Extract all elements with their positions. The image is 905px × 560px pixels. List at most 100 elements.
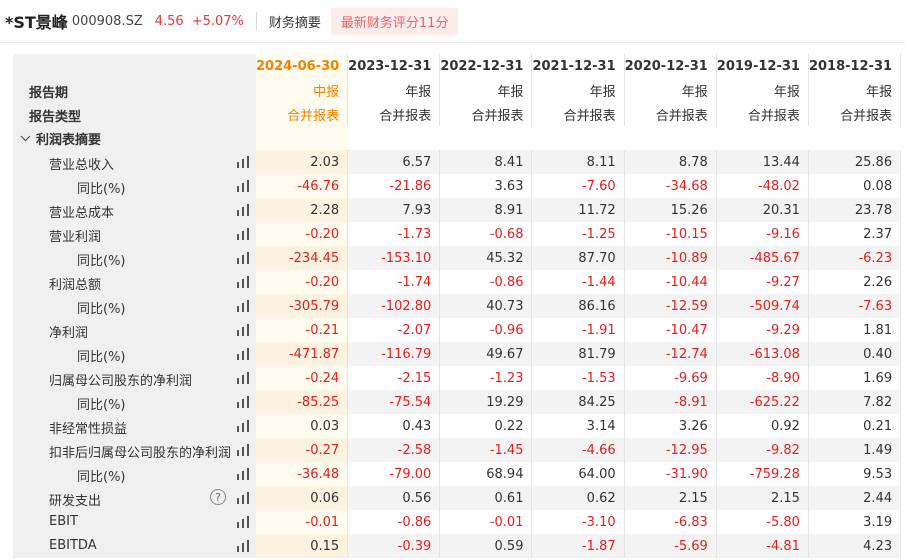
value-cell: -0.86	[348, 510, 441, 534]
cell-value: -5.80	[766, 514, 800, 530]
value-cell: -0.20	[256, 222, 349, 246]
bar-chart-icon[interactable]	[237, 444, 249, 456]
value-cell: 84.25	[532, 390, 625, 414]
bar-chart-icon[interactable]	[237, 300, 249, 312]
bar-chart-icon[interactable]	[237, 540, 249, 552]
bar-chart-icon[interactable]	[237, 372, 249, 384]
value-cell: -759.28	[717, 462, 809, 486]
cell-value: 0.62	[586, 490, 616, 506]
section-toggle[interactable]: 利润表摘要	[13, 126, 256, 150]
value-cell: -0.39	[348, 534, 441, 558]
value-cell: 0.15	[256, 534, 349, 558]
value-cell: 86.16	[532, 294, 625, 318]
cell-value: -75.54	[389, 394, 432, 410]
bar-chart-icon[interactable]	[237, 204, 249, 216]
help-icon[interactable]: ?	[210, 489, 226, 505]
cell-value: 2.15	[770, 490, 800, 506]
row-label: 同比(%)	[77, 254, 126, 269]
cell-value: -9.16	[766, 226, 800, 242]
cell-value: -1.73	[397, 226, 432, 242]
type-label-cell: 报告类型	[13, 102, 256, 126]
cell-value: -0.24	[305, 370, 340, 386]
cell-value: 40.73	[486, 298, 524, 314]
bar-chart-icon[interactable]	[237, 468, 249, 480]
cell-value: 2.44	[863, 490, 893, 506]
cell-value: -625.22	[749, 394, 800, 410]
row-label-cell: 利润总额	[13, 270, 256, 294]
cell-value: -1.91	[581, 322, 616, 338]
value-cell: 0.61	[440, 486, 533, 510]
cell-value: -9.82	[766, 442, 800, 458]
value-cell: -1.44	[532, 270, 625, 294]
column-date[interactable]: 2019-12-31	[717, 54, 809, 78]
value-cell: -9.27	[717, 270, 809, 294]
value-cell: 2.28	[256, 198, 349, 222]
period-value: 年报	[405, 84, 432, 100]
row-label: 研发支出	[49, 494, 102, 509]
bar-chart-icon[interactable]	[237, 396, 249, 408]
cell-value: -7.60	[581, 178, 616, 194]
section-empty-cell	[348, 126, 440, 150]
column-type: 合并报表	[440, 102, 533, 126]
header-row-type: 报告类型 合并报表 合并报表 合并报表 合并报表 合并报表 合并报表 合并报表	[13, 102, 902, 126]
value-cell: -8.90	[717, 366, 809, 390]
column-type: 合并报表	[717, 102, 809, 126]
tab-financial-summary[interactable]: 财务摘要	[269, 12, 321, 31]
value-cell: -12.74	[624, 342, 717, 366]
column-date[interactable]: 2022-12-31	[440, 54, 533, 78]
financial-score-badge[interactable]: 最新财务评分11分	[330, 7, 459, 35]
column-date[interactable]: 2023-12-31	[348, 54, 441, 78]
column-period: 中报	[256, 78, 349, 102]
column-type: 合并报表	[348, 102, 441, 126]
cell-value: -0.01	[305, 514, 340, 530]
bar-chart-icon[interactable]	[237, 420, 249, 432]
stock-header: *ST景峰 000908.SZ 4.56 +5.07% 财务摘要 最新财务评分1…	[0, 0, 905, 42]
bar-chart-icon[interactable]	[237, 180, 249, 192]
value-cell: 64.00	[532, 462, 625, 486]
value-cell: -1.73	[348, 222, 441, 246]
section-row-income[interactable]: 利润表摘要	[13, 126, 901, 150]
column-period: 年报	[809, 78, 902, 102]
bar-chart-icon[interactable]	[237, 516, 249, 528]
cell-value: 3.63	[494, 178, 524, 194]
value-cell: -0.20	[256, 270, 349, 294]
bar-chart-icon[interactable]	[237, 348, 249, 360]
value-cell: 25.86	[808, 150, 902, 174]
column-date[interactable]: 2018-12-31	[809, 54, 902, 78]
value-cell: 87.70	[532, 246, 625, 270]
cell-value: 20.31	[762, 202, 800, 218]
value-cell: 2.26	[809, 270, 902, 294]
column-date[interactable]: 2020-12-31	[625, 54, 717, 78]
value-cell: 8.41	[440, 150, 533, 174]
value-cell: 1.49	[808, 438, 902, 462]
row-label: 营业总收入	[49, 158, 115, 173]
cell-value: -759.28	[749, 466, 800, 482]
section-header[interactable]: 利润表摘要	[19, 129, 101, 148]
value-cell: -48.02	[717, 174, 809, 198]
cell-value: 0.22	[494, 418, 524, 434]
table-row: 归属母公司股东的净利润 -0.24 -2.15 -1.23 -1.53 -9.69 -8.9…	[13, 366, 902, 390]
bar-chart-icon[interactable]	[237, 228, 249, 240]
bar-chart-icon[interactable]	[237, 492, 249, 504]
column-date[interactable]: 2024-06-30	[256, 54, 349, 78]
value-cell: 0.92	[717, 414, 809, 438]
cell-value: -34.68	[665, 178, 708, 194]
row-label-cell: 同比(%)	[13, 342, 256, 366]
chevron-down-icon[interactable]	[19, 132, 32, 145]
column-type: 合并报表	[256, 102, 349, 126]
cell-value: 64.00	[578, 466, 616, 482]
period-label-cell: 报告期	[13, 78, 256, 102]
cell-value: -7.63	[858, 298, 893, 314]
value-cell: 6.57	[348, 150, 441, 174]
period-value: 年报	[866, 84, 893, 100]
bar-chart-icon[interactable]	[237, 276, 249, 288]
value-cell: 8.78	[624, 150, 717, 174]
bar-chart-icon[interactable]	[237, 156, 249, 168]
cell-value: 1.69	[863, 370, 893, 386]
column-date[interactable]: 2021-12-31	[532, 54, 625, 78]
column-period: 年报	[532, 78, 625, 102]
value-cell: 8.11	[532, 150, 625, 174]
bar-chart-icon[interactable]	[237, 252, 249, 264]
row-label: 利润总额	[49, 278, 102, 293]
bar-chart-icon[interactable]	[237, 324, 249, 336]
